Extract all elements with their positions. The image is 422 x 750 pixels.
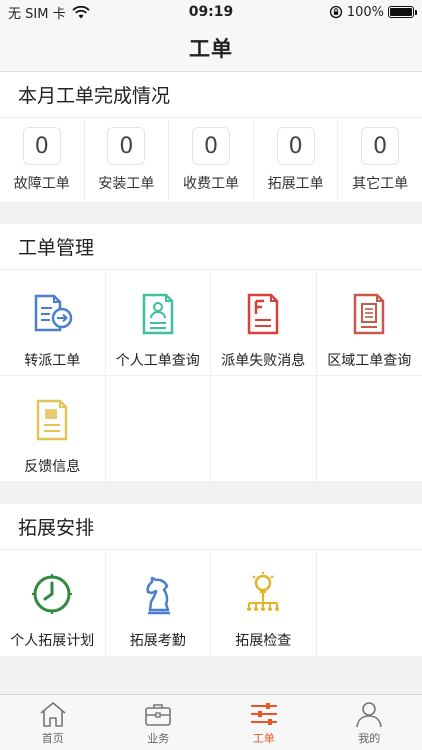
region-order-query-label: 区域工单查询	[327, 353, 412, 369]
stat-label: 拓展工单	[267, 176, 324, 192]
personal-order-query-button[interactable]: 个人工单查询	[105, 270, 211, 376]
tab-business[interactable]: 业务	[106, 695, 212, 750]
tab-mine[interactable]: 我的	[317, 695, 422, 750]
knight-icon	[146, 576, 170, 615]
stat-expansion[interactable]: 0 拓展工单	[254, 118, 339, 202]
tab-bar: 首页 业务 工单 我的	[0, 694, 422, 750]
page-title: 工单	[189, 36, 233, 61]
personal-expansion-plan-button[interactable]: 个人拓展计划	[0, 550, 106, 656]
feedback-label: 反馈信息	[24, 459, 81, 475]
stat-label: 其它工单	[352, 176, 409, 192]
transfer-order-label: 转派工单	[24, 353, 81, 369]
empty-cell	[211, 376, 317, 482]
management-section-title: 工单管理	[0, 224, 422, 270]
stats-row: 0 故障工单 0 安装工单 0 收费工单 0 拓展工单 0 其它工单	[0, 118, 422, 202]
battery-text: 100%	[346, 4, 384, 20]
carrier-text: 无 SIM 卡	[8, 6, 66, 22]
monthly-section-title: 本月工单完成情况	[0, 72, 422, 118]
tab-work-order[interactable]: 工单	[211, 695, 317, 750]
stat-other[interactable]: 0 其它工单	[338, 118, 422, 202]
home-icon	[40, 701, 66, 727]
wifi-icon	[71, 5, 90, 18]
empty-cell	[316, 376, 422, 482]
transfer-doc-icon	[35, 294, 73, 332]
status-bar: 无 SIM 卡 09:19 100%	[0, 0, 422, 24]
fail-doc-icon	[248, 293, 279, 335]
monthly-section: 本月工单完成情况 0 故障工单 0 安装工单 0 收费工单 0 拓展工单 0 其…	[0, 72, 422, 202]
expansion-inspection-label: 拓展检查	[235, 633, 292, 649]
transfer-order-button[interactable]: 转派工单	[0, 270, 106, 376]
status-left: 无 SIM 卡	[8, 3, 90, 22]
expansion-section: 拓展安排 个人拓展计划 拓展考勤 拓展检查	[0, 504, 422, 656]
briefcase-icon	[145, 703, 172, 726]
clock-icon	[32, 574, 73, 614]
empty-cell	[317, 550, 422, 656]
stat-value: 0	[276, 127, 315, 165]
stat-install[interactable]: 0 安装工单	[85, 118, 170, 202]
expansion-section-title: 拓展安排	[0, 504, 422, 550]
tab-mine-label: 我的	[358, 731, 381, 745]
expansion-grid: 个人拓展计划 拓展考勤 拓展检查	[0, 550, 422, 656]
expansion-attendance-button[interactable]: 拓展考勤	[106, 550, 211, 656]
stat-value: 0	[191, 127, 230, 165]
personal-order-query-label: 个人工单查询	[115, 353, 200, 369]
tab-home-label: 首页	[41, 731, 64, 745]
empty-cell	[105, 376, 211, 482]
feedback-button[interactable]: 反馈信息	[0, 376, 106, 482]
battery-fill	[390, 8, 412, 16]
orientation-lock-icon	[329, 5, 342, 19]
stat-charge[interactable]: 0 收费工单	[169, 118, 254, 202]
region-order-query-button[interactable]: 区域工单查询	[316, 270, 422, 376]
nav-bar: 工单	[0, 24, 422, 72]
stat-value: 0	[361, 127, 400, 165]
stat-fault[interactable]: 0 故障工单	[0, 118, 85, 202]
dispatch-failure-label: 派单失败消息	[221, 353, 306, 369]
stat-label: 收费工单	[182, 176, 239, 192]
feedback-doc-icon	[37, 399, 68, 441]
stat-label: 安装工单	[98, 176, 155, 192]
management-grid: 转派工单 个人工单查询 派单失败消息 区域工单查询 反馈信息	[0, 270, 422, 482]
sliders-icon	[250, 702, 277, 725]
expansion-attendance-label: 拓展考勤	[129, 633, 186, 649]
dispatch-failure-button[interactable]: 派单失败消息	[211, 270, 317, 376]
expansion-inspection-button[interactable]: 拓展检查	[211, 550, 317, 656]
tab-home[interactable]: 首页	[0, 695, 106, 750]
management-section: 工单管理 转派工单 个人工单查询 派单失败消息 区域工单查询 反馈信息	[0, 224, 422, 482]
status-right: 100%	[329, 4, 417, 20]
stat-label: 故障工单	[13, 176, 70, 192]
lightbulb-network-icon	[247, 572, 280, 611]
person-doc-icon	[142, 293, 173, 335]
tab-work-order-label: 工单	[252, 731, 275, 745]
stat-value: 0	[107, 127, 146, 165]
user-icon	[356, 701, 383, 727]
personal-expansion-plan-label: 个人拓展计划	[10, 633, 95, 649]
stat-value: 0	[22, 127, 61, 165]
battery-icon	[388, 6, 417, 18]
region-doc-icon	[354, 293, 385, 335]
tab-business-label: 业务	[147, 731, 170, 745]
